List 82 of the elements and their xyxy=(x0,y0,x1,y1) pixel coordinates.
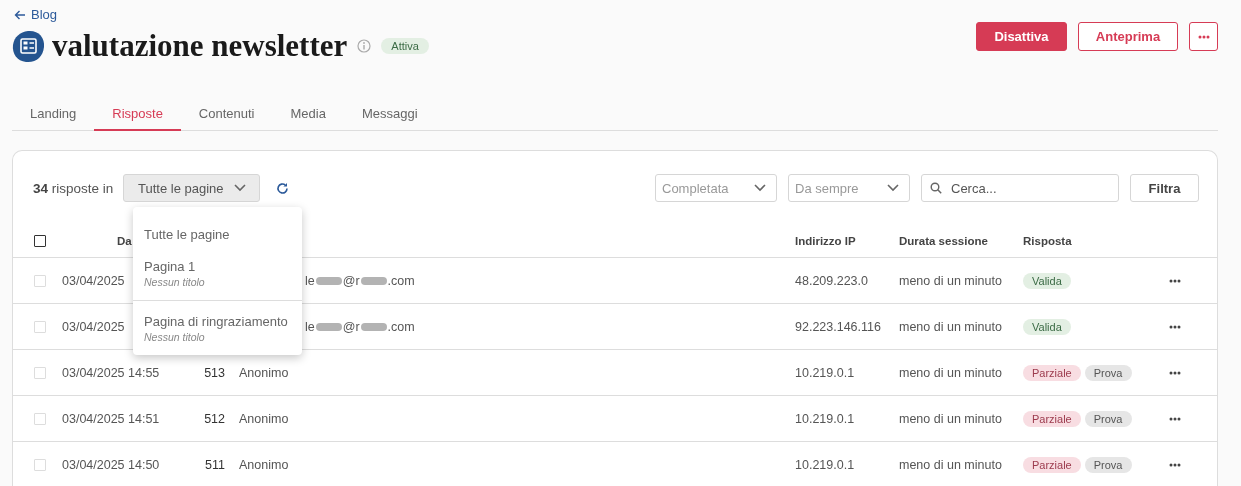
date-cell: 03/04/2025 14:51 xyxy=(62,411,160,426)
email-text: @r xyxy=(342,273,360,288)
search-field[interactable]: Cerca... xyxy=(921,174,1119,202)
arrow-left-icon xyxy=(14,9,26,20)
page-select[interactable]: Tutte le pagine xyxy=(123,174,261,202)
checkbox[interactable] xyxy=(34,235,46,247)
tab[interactable]: Messaggi xyxy=(343,100,436,131)
search-icon xyxy=(930,182,942,194)
response-tag: Prova xyxy=(1084,410,1132,427)
option-label: Pagina di ringraziamento xyxy=(144,313,288,330)
date-cell: 03/04/2025 xyxy=(62,319,125,334)
back-link[interactable]: Blog xyxy=(14,7,58,22)
page-option[interactable]: Tutte le pagine xyxy=(133,217,302,249)
session-duration: meno di un minuto xyxy=(899,457,1003,472)
email-text: .com xyxy=(387,319,415,334)
response-tag: Valida xyxy=(1023,272,1071,289)
back-link-label[interactable]: Blog xyxy=(31,7,58,22)
tab[interactable]: Contenuti xyxy=(180,100,273,131)
more-icon xyxy=(1169,370,1181,375)
column-header: Da xyxy=(117,235,132,247)
response-id: 513 xyxy=(203,365,225,380)
date-cell: 03/04/2025 14:55 xyxy=(62,365,160,380)
redaction-blur xyxy=(360,322,387,331)
user-name: Anonimo xyxy=(238,365,290,380)
response-id: 512 xyxy=(203,411,225,426)
column-header: Risposta xyxy=(1023,235,1072,247)
chevron-down-icon xyxy=(887,184,899,192)
email-text: @r xyxy=(342,319,360,334)
column-header: Indirizzo IP xyxy=(795,235,856,247)
response-tag: Valida xyxy=(1023,318,1071,335)
user-name: Anonimo xyxy=(238,457,290,472)
response-id: 511 xyxy=(204,457,225,472)
more-button[interactable] xyxy=(1189,22,1218,51)
chevron-down-icon xyxy=(754,184,766,192)
session-duration: meno di un minuto xyxy=(899,319,1003,334)
option-subtitle: Nessun titolo xyxy=(144,331,205,343)
page-option[interactable]: Pagina 1 Nessun titolo xyxy=(133,249,302,294)
preview-button[interactable]: Anteprima xyxy=(1078,22,1178,51)
redaction-blur xyxy=(315,322,342,331)
email-text: le xyxy=(305,273,315,288)
tab[interactable]: Risposte xyxy=(94,100,181,131)
more-icon xyxy=(1197,34,1210,39)
tab[interactable]: Landing xyxy=(12,100,95,131)
response-count: 34 risposte in xyxy=(33,180,114,196)
option-label: Tutte le pagine xyxy=(144,226,230,243)
column-header: Durata sessione xyxy=(899,235,988,247)
user-name: Anonimo xyxy=(238,411,290,426)
response-tag: Prova xyxy=(1084,456,1132,473)
more-icon xyxy=(1169,416,1181,421)
date-cell: 03/04/2025 14:50 xyxy=(62,457,160,472)
response-tag: Parziale xyxy=(1023,364,1081,381)
more-icon xyxy=(1169,324,1181,329)
date-cell: 03/04/2025 xyxy=(62,273,125,288)
page-option[interactable]: Pagina di ringraziamento Nessun titolo xyxy=(133,300,302,349)
newsletter-logo-icon xyxy=(12,29,45,63)
ip-address: 10.219.0.1 xyxy=(795,457,856,472)
response-tag: Prova xyxy=(1084,364,1132,381)
email-text: .com xyxy=(387,273,415,288)
filter-button[interactable]: Filtra xyxy=(1130,174,1199,202)
more-icon xyxy=(1169,462,1181,467)
status-badge: Attiva xyxy=(381,38,429,54)
tab[interactable]: Media xyxy=(272,100,344,131)
session-duration: meno di un minuto xyxy=(899,365,1003,380)
option-subtitle: Nessun titolo xyxy=(144,276,205,288)
option-label: Pagina 1 xyxy=(144,258,196,275)
response-tag: Parziale xyxy=(1023,456,1081,473)
ip-address: 10.219.0.1 xyxy=(795,365,856,380)
refresh-icon[interactable] xyxy=(276,181,290,195)
more-icon xyxy=(1169,278,1181,283)
page-title: valutazione newsletter xyxy=(52,28,348,64)
session-duration: meno di un minuto xyxy=(899,273,1003,288)
redaction-blur xyxy=(360,276,387,285)
chevron-down-icon xyxy=(233,184,246,192)
deactivate-button[interactable]: Disattiva xyxy=(976,22,1067,51)
redaction-blur xyxy=(315,276,342,285)
status-filter[interactable]: Completata xyxy=(655,174,777,202)
ip-address: 92.223.146.116 xyxy=(795,319,882,334)
ip-address: 10.219.0.1 xyxy=(795,411,856,426)
session-duration: meno di un minuto xyxy=(899,411,1003,426)
ip-address: 48.209.223.0 xyxy=(795,273,869,288)
response-tag: Parziale xyxy=(1023,410,1081,427)
email-text: le xyxy=(305,319,315,334)
